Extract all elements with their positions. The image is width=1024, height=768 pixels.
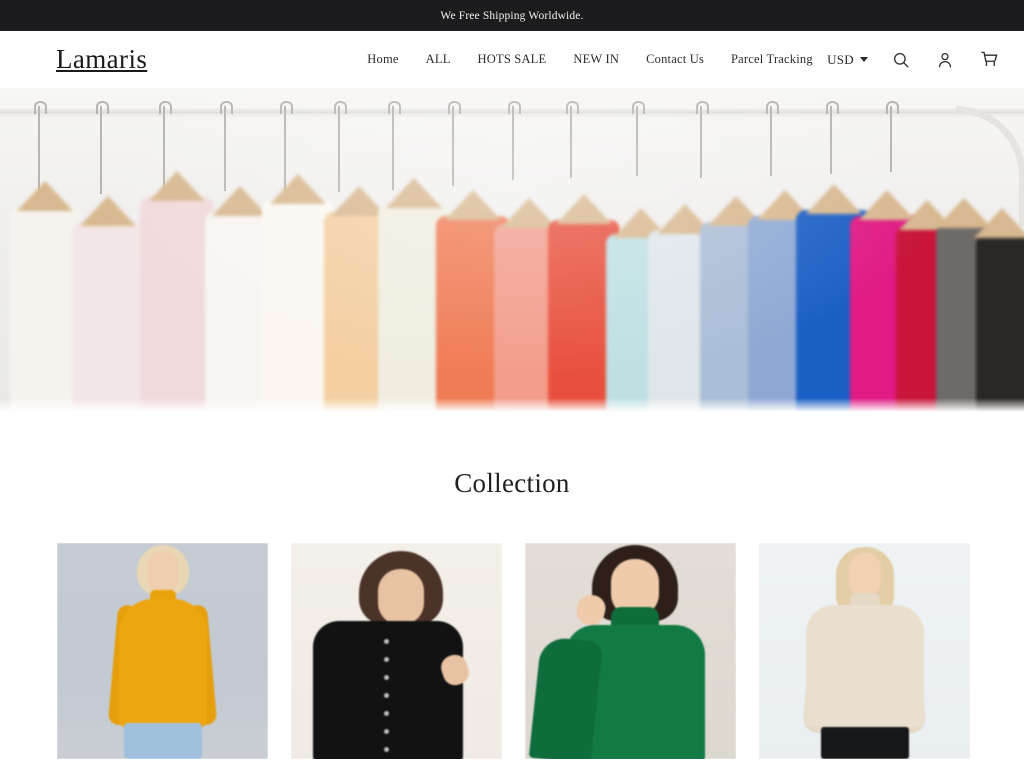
- nav-item-parcel-tracking[interactable]: Parcel Tracking: [731, 52, 813, 67]
- chevron-down-icon: [860, 57, 868, 62]
- product-card-green-sweater[interactable]: [525, 543, 736, 759]
- currency-selected-value: USD: [827, 51, 854, 67]
- product-card-yellow-turtleneck[interactable]: [57, 543, 268, 759]
- account-icon[interactable]: [934, 49, 956, 71]
- cart-icon[interactable]: [978, 49, 1000, 71]
- announcement-text: We Free Shipping Worldwide.: [440, 9, 584, 22]
- announcement-bar: We Free Shipping Worldwide.: [0, 0, 1024, 31]
- site-header: Lamaris Home ALL HOTS SALE NEW IN Contac…: [0, 31, 1024, 88]
- main-navigation: Home ALL HOTS SALE NEW IN Contact Us Par…: [367, 52, 813, 67]
- collection-heading: Collection: [454, 468, 570, 498]
- product-image-cream-turtleneck: [759, 543, 970, 759]
- product-image-black-cardigan: [291, 543, 502, 759]
- product-image-yellow-turtleneck: [57, 543, 268, 759]
- nav-item-home[interactable]: Home: [367, 52, 398, 67]
- nav-item-contact-us[interactable]: Contact Us: [646, 52, 704, 67]
- site-logo[interactable]: Lamaris: [56, 46, 147, 73]
- search-icon[interactable]: [890, 49, 912, 71]
- nav-item-new-in[interactable]: NEW IN: [573, 52, 619, 67]
- product-image-green-sweater: [525, 543, 736, 759]
- hero-bottom-fade: [0, 398, 1024, 412]
- product-grid: [0, 499, 1024, 759]
- product-card-cream-turtleneck[interactable]: [759, 543, 970, 759]
- hero-banner[interactable]: [0, 88, 1024, 412]
- collection-section: Collection: [0, 412, 1024, 759]
- currency-selector[interactable]: USD: [827, 52, 868, 68]
- header-actions: USD: [827, 49, 1000, 71]
- nav-item-all[interactable]: ALL: [426, 52, 451, 67]
- nav-item-hots-sale[interactable]: HOTS SALE: [478, 52, 547, 67]
- product-card-black-cardigan[interactable]: [291, 543, 502, 759]
